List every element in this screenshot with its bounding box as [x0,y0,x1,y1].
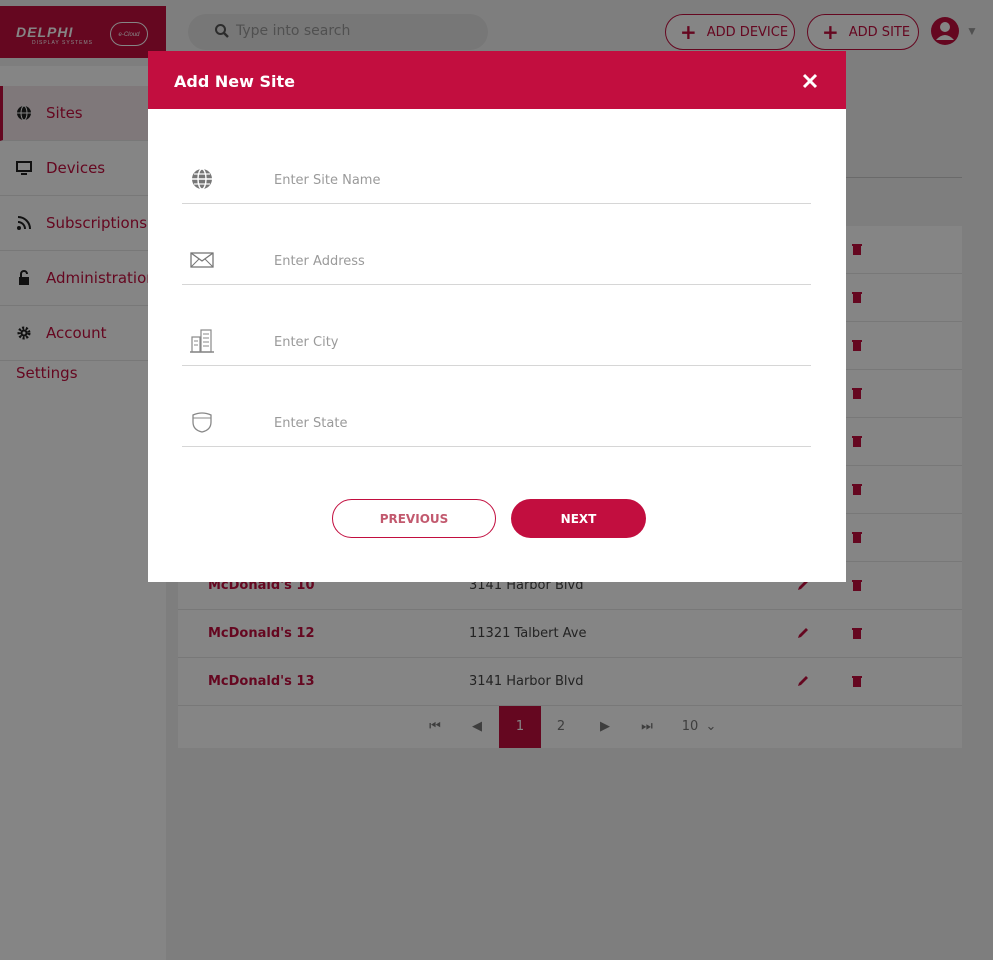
site-name-input[interactable] [274,167,774,193]
state-field [182,366,811,447]
address-input[interactable] [274,248,774,274]
modal-header: Add New Site [148,51,846,109]
city-field [182,285,811,366]
previous-button[interactable]: PREVIOUS [332,499,496,538]
modal-title: Add New Site [174,72,295,91]
add-site-modal: Add New Site PREVIOUS NEXT [148,51,846,582]
building-icon [190,329,214,353]
address-field [182,204,811,285]
next-button[interactable]: NEXT [511,499,646,538]
envelope-icon [190,252,214,268]
shield-icon [192,412,212,433]
city-input[interactable] [274,329,774,355]
state-input[interactable] [274,410,774,436]
close-icon[interactable] [802,73,818,89]
globe-icon [192,168,212,190]
site-name-field [182,123,811,204]
